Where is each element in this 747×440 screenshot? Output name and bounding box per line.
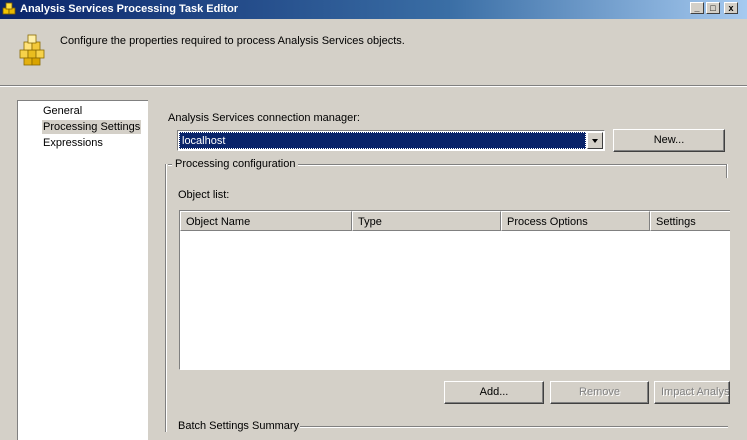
column-header-type[interactable]: Type — [352, 211, 501, 231]
header-description: Configure the properties required to pro… — [60, 35, 405, 47]
nav-item-general[interactable]: General — [42, 104, 83, 118]
group-border-left — [165, 164, 167, 432]
nav-list[interactable]: General Processing Settings Expressions — [17, 100, 148, 440]
batch-separator — [300, 426, 728, 428]
impact-analysis-button[interactable]: Impact Analysis — [654, 381, 730, 404]
processing-config-label: Processing configuration — [172, 158, 299, 170]
group-border-right — [726, 164, 728, 178]
app-icon — [2, 2, 16, 15]
header-panel — [0, 19, 747, 85]
header-separator — [0, 85, 747, 87]
title-bar[interactable]: Analysis Services Processing Task Editor… — [0, 0, 747, 19]
connection-manager-label: Analysis Services connection manager: — [168, 112, 360, 124]
batch-settings-label: Batch Settings Summary — [178, 420, 300, 432]
object-list-label: Object list: — [178, 189, 230, 201]
column-header-object-name[interactable]: Object Name — [180, 211, 352, 231]
object-list-table[interactable]: Object Name Type Process Options Setting… — [179, 210, 730, 370]
new-connection-button[interactable]: New... — [613, 129, 725, 152]
column-header-process-options[interactable]: Process Options — [501, 211, 650, 231]
nav-item-expressions[interactable]: Expressions — [42, 136, 104, 150]
cubes-icon — [19, 34, 45, 66]
window-title: Analysis Services Processing Task Editor — [20, 3, 239, 15]
connection-manager-select[interactable]: localhost — [177, 130, 605, 151]
maximize-button[interactable]: □ — [706, 2, 720, 14]
chevron-down-icon[interactable] — [587, 132, 603, 149]
add-button[interactable]: Add... — [444, 381, 544, 404]
minimize-button[interactable]: _ — [690, 2, 704, 14]
connection-manager-value: localhost — [179, 132, 586, 149]
nav-item-processing-settings[interactable]: Processing Settings — [42, 120, 142, 134]
close-button[interactable]: x — [724, 2, 738, 14]
column-header-settings[interactable]: Settings — [650, 211, 730, 231]
remove-button[interactable]: Remove — [550, 381, 649, 404]
